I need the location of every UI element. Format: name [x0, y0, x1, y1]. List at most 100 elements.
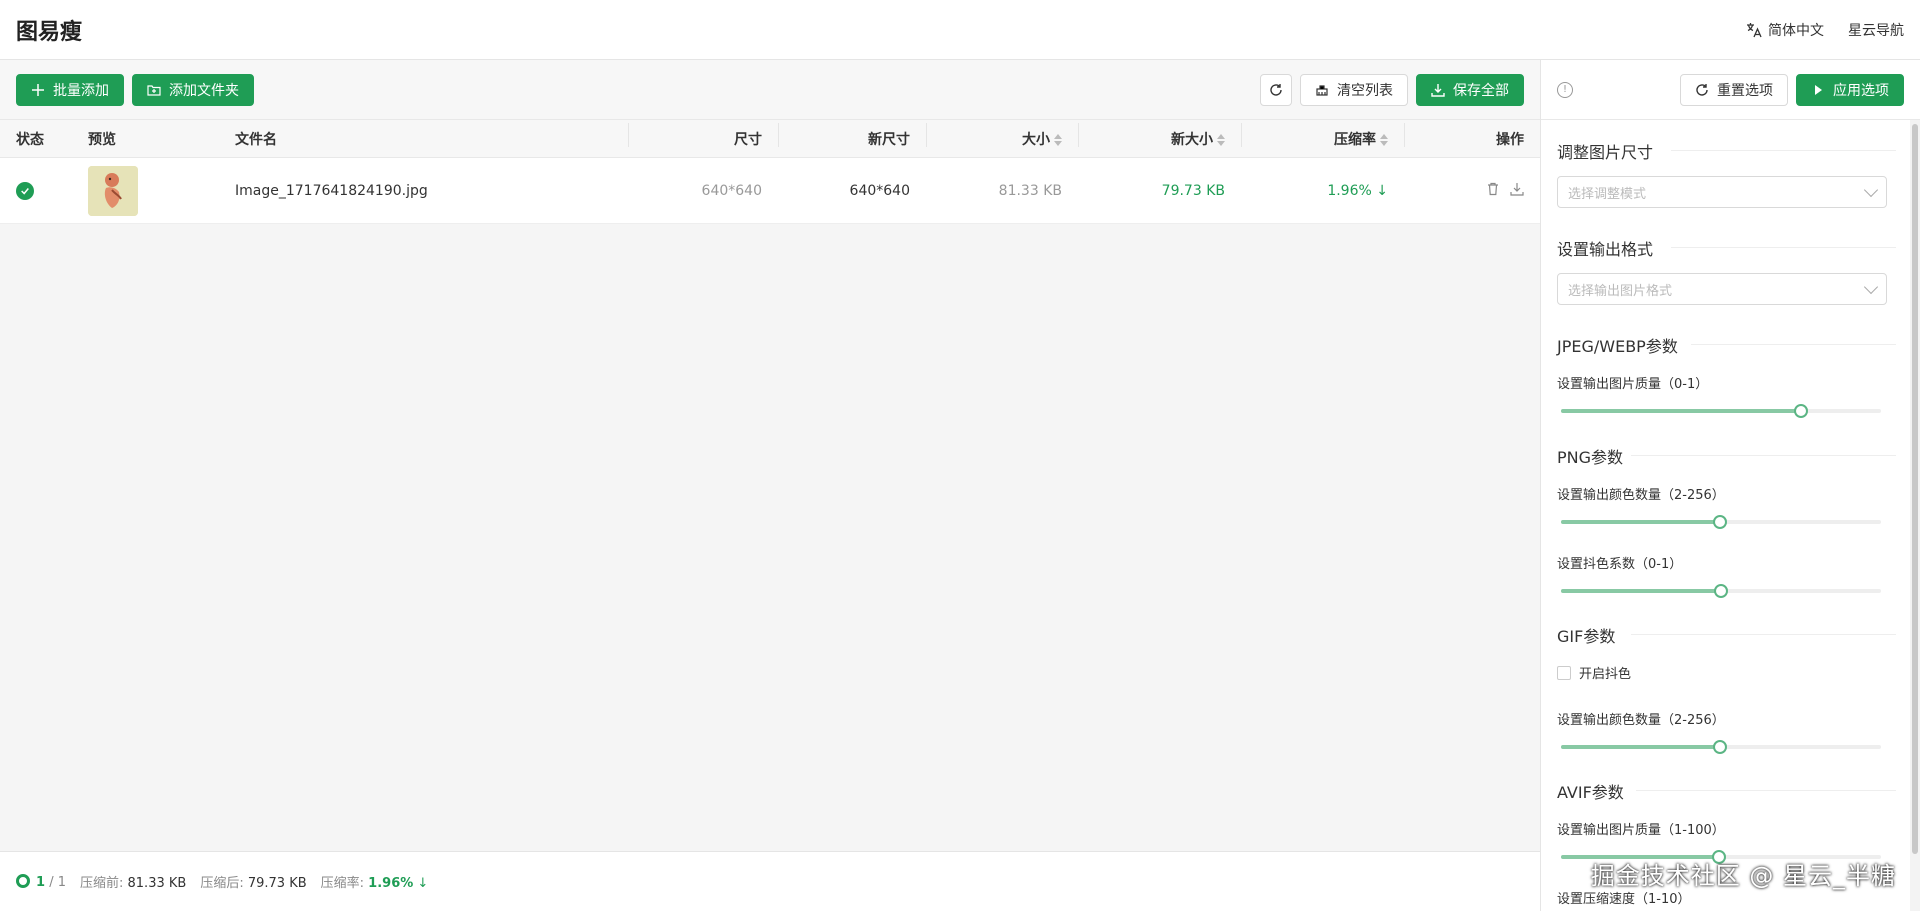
- check-circle-icon: [16, 181, 34, 200]
- chevron-down-icon: [1863, 182, 1879, 198]
- refresh-icon: [1270, 83, 1282, 96]
- play-icon: [1815, 84, 1822, 95]
- divider: [1671, 247, 1896, 248]
- slider-handle[interactable]: [1794, 404, 1808, 418]
- clear-list-label: 清空列表: [1337, 82, 1393, 99]
- rate-stat: 压缩率: 1.96% ↓: [321, 872, 429, 891]
- info-icon[interactable]: !: [1557, 81, 1573, 98]
- apply-label: 应用选项: [1833, 82, 1889, 99]
- done-count: 1: [36, 874, 46, 890]
- table-row[interactable]: Image_1717641824190.jpg 640*640 640*640 …: [0, 158, 1540, 224]
- col-rate-label: 压缩率: [1334, 131, 1376, 148]
- before-label: 压缩前:: [79, 876, 124, 891]
- status-cell: [0, 181, 72, 200]
- reset-label: 重置选项: [1717, 82, 1773, 99]
- resize-placeholder: 选择调整模式: [1568, 186, 1647, 202]
- folder-plus-icon: [147, 84, 161, 96]
- divider: [1631, 634, 1896, 635]
- gif-colors-slider[interactable]: [1561, 740, 1881, 754]
- trash-icon[interactable]: [1486, 182, 1500, 196]
- col-new-bytes[interactable]: 新大小: [1078, 122, 1241, 149]
- watermark-text: 掘金技术社区 @ 星云_半糖: [1590, 862, 1896, 890]
- nav-link[interactable]: 星云导航: [1848, 20, 1904, 40]
- language-label: 简体中文: [1768, 22, 1824, 39]
- filename-cell: Image_1717641824190.jpg: [235, 182, 428, 199]
- divider: [1691, 344, 1896, 345]
- file-list-area: 批量添加 添加文件夹 清空列表 保存全部 状态 预览 文件名 尺寸 新尺寸 大小…: [0, 60, 1540, 911]
- save-all-button[interactable]: 保存全部: [1416, 73, 1524, 106]
- refresh-button[interactable]: [1260, 73, 1292, 106]
- col-new-size: 新尺寸: [778, 122, 926, 149]
- rate-value: 1.96%: [1327, 182, 1372, 199]
- options-toolbar: ! 重置选项 应用选项: [1541, 60, 1920, 120]
- preview-cell: [72, 165, 219, 216]
- output-format-select[interactable]: 选择输出图片格式: [1557, 273, 1887, 305]
- image-thumbnail[interactable]: [88, 165, 138, 216]
- avif-quality-label: 设置输出图片质量（1-100）: [1557, 823, 1725, 838]
- plus-icon: [32, 83, 44, 96]
- batch-add-label: 批量添加: [53, 82, 109, 99]
- panel-scrollbar[interactable]: [1910, 120, 1920, 911]
- reset-options-button[interactable]: 重置选项: [1680, 73, 1788, 106]
- after-stat: 压缩后: 79.73 KB: [200, 872, 306, 891]
- gif-dither-label: 开启抖色: [1579, 667, 1632, 682]
- avif-section-title: AVIF参数: [1557, 783, 1624, 802]
- gif-section-title: GIF参数: [1557, 627, 1616, 646]
- before-stat: 压缩前: 81.33 KB: [80, 872, 186, 891]
- gif-dither-checkbox[interactable]: 开启抖色: [1557, 663, 1631, 682]
- toolbar: 批量添加 添加文件夹 清空列表 保存全部: [0, 60, 1540, 120]
- download-icon: [1431, 83, 1445, 97]
- new-bytes-cell: 79.73 KB: [1161, 182, 1225, 199]
- col-filename: 文件名: [235, 131, 277, 148]
- after-value: 79.73 KB: [247, 876, 307, 891]
- jpeg-quality-label: 设置输出图片质量（0-1）: [1557, 377, 1709, 392]
- app-title: 图易瘦: [16, 19, 83, 45]
- divider: [1636, 790, 1896, 791]
- png-colors-slider[interactable]: [1561, 515, 1881, 529]
- translate-icon: [1747, 22, 1762, 37]
- resize-mode-select[interactable]: 选择调整模式: [1557, 176, 1887, 208]
- col-ops: 操作: [1404, 122, 1540, 149]
- divider: [1631, 455, 1896, 456]
- png-dither-slider[interactable]: [1561, 584, 1881, 598]
- refresh-icon: [1696, 83, 1708, 96]
- add-folder-button[interactable]: 添加文件夹: [132, 73, 254, 106]
- col-new-bytes-label: 新大小: [1171, 131, 1213, 148]
- apply-options-button[interactable]: 应用选项: [1796, 73, 1904, 106]
- col-status: 状态: [16, 131, 44, 148]
- col-bytes-label: 大小: [1022, 131, 1050, 148]
- sort-icon[interactable]: [1217, 133, 1225, 146]
- col-rate[interactable]: 压缩率: [1241, 122, 1404, 149]
- rate-cell: 1.96% ↓: [1241, 183, 1404, 199]
- png-colors-label: 设置输出颜色数量（2-256）: [1557, 488, 1725, 503]
- sort-icon[interactable]: [1054, 133, 1062, 146]
- chevron-down-icon: [1863, 279, 1879, 295]
- gif-colors-label: 设置输出颜色数量（2-256）: [1557, 713, 1725, 728]
- rate-total: 1.96%: [368, 876, 414, 891]
- slider-handle[interactable]: [1712, 515, 1727, 529]
- col-bytes[interactable]: 大小: [926, 122, 1078, 149]
- download-icon[interactable]: [1510, 182, 1524, 196]
- new-size-cell: 640*640: [849, 182, 910, 199]
- status-bar: 1 / 1 压缩前: 81.33 KB 压缩后: 79.73 KB 压缩率: 1…: [0, 851, 1540, 911]
- ops-cell: [1404, 182, 1540, 200]
- language-switch[interactable]: 简体中文: [1746, 20, 1824, 40]
- jpeg-quality-slider[interactable]: [1561, 404, 1881, 418]
- slider-handle[interactable]: [1714, 584, 1728, 598]
- options-panel: ! 重置选项 应用选项 调整图片尺寸 选择调整模式 设置输出格式 选择输出图片格…: [1540, 60, 1920, 911]
- png-dither-label: 设置抖色系数（0-1）: [1557, 557, 1683, 572]
- file-table: 状态 预览 文件名 尺寸 新尺寸 大小 新大小 压缩率 操作 Image_171…: [0, 120, 1540, 224]
- col-preview: 预览: [88, 131, 116, 148]
- batch-add-button[interactable]: 批量添加: [16, 73, 124, 106]
- clear-list-button[interactable]: 清空列表: [1300, 73, 1408, 106]
- scrollbar-thumb[interactable]: [1912, 124, 1918, 854]
- format-section-title: 设置输出格式: [1557, 240, 1654, 259]
- broom-icon: [1316, 84, 1328, 96]
- bytes-cell: 81.33 KB: [998, 182, 1062, 199]
- save-all-label: 保存全部: [1453, 82, 1509, 99]
- sort-icon[interactable]: [1380, 133, 1388, 146]
- size-cell: 640*640: [701, 182, 762, 199]
- progress-indicator: 1 / 1: [16, 873, 66, 890]
- slider-handle[interactable]: [1712, 740, 1727, 754]
- checkbox-box[interactable]: [1557, 665, 1571, 680]
